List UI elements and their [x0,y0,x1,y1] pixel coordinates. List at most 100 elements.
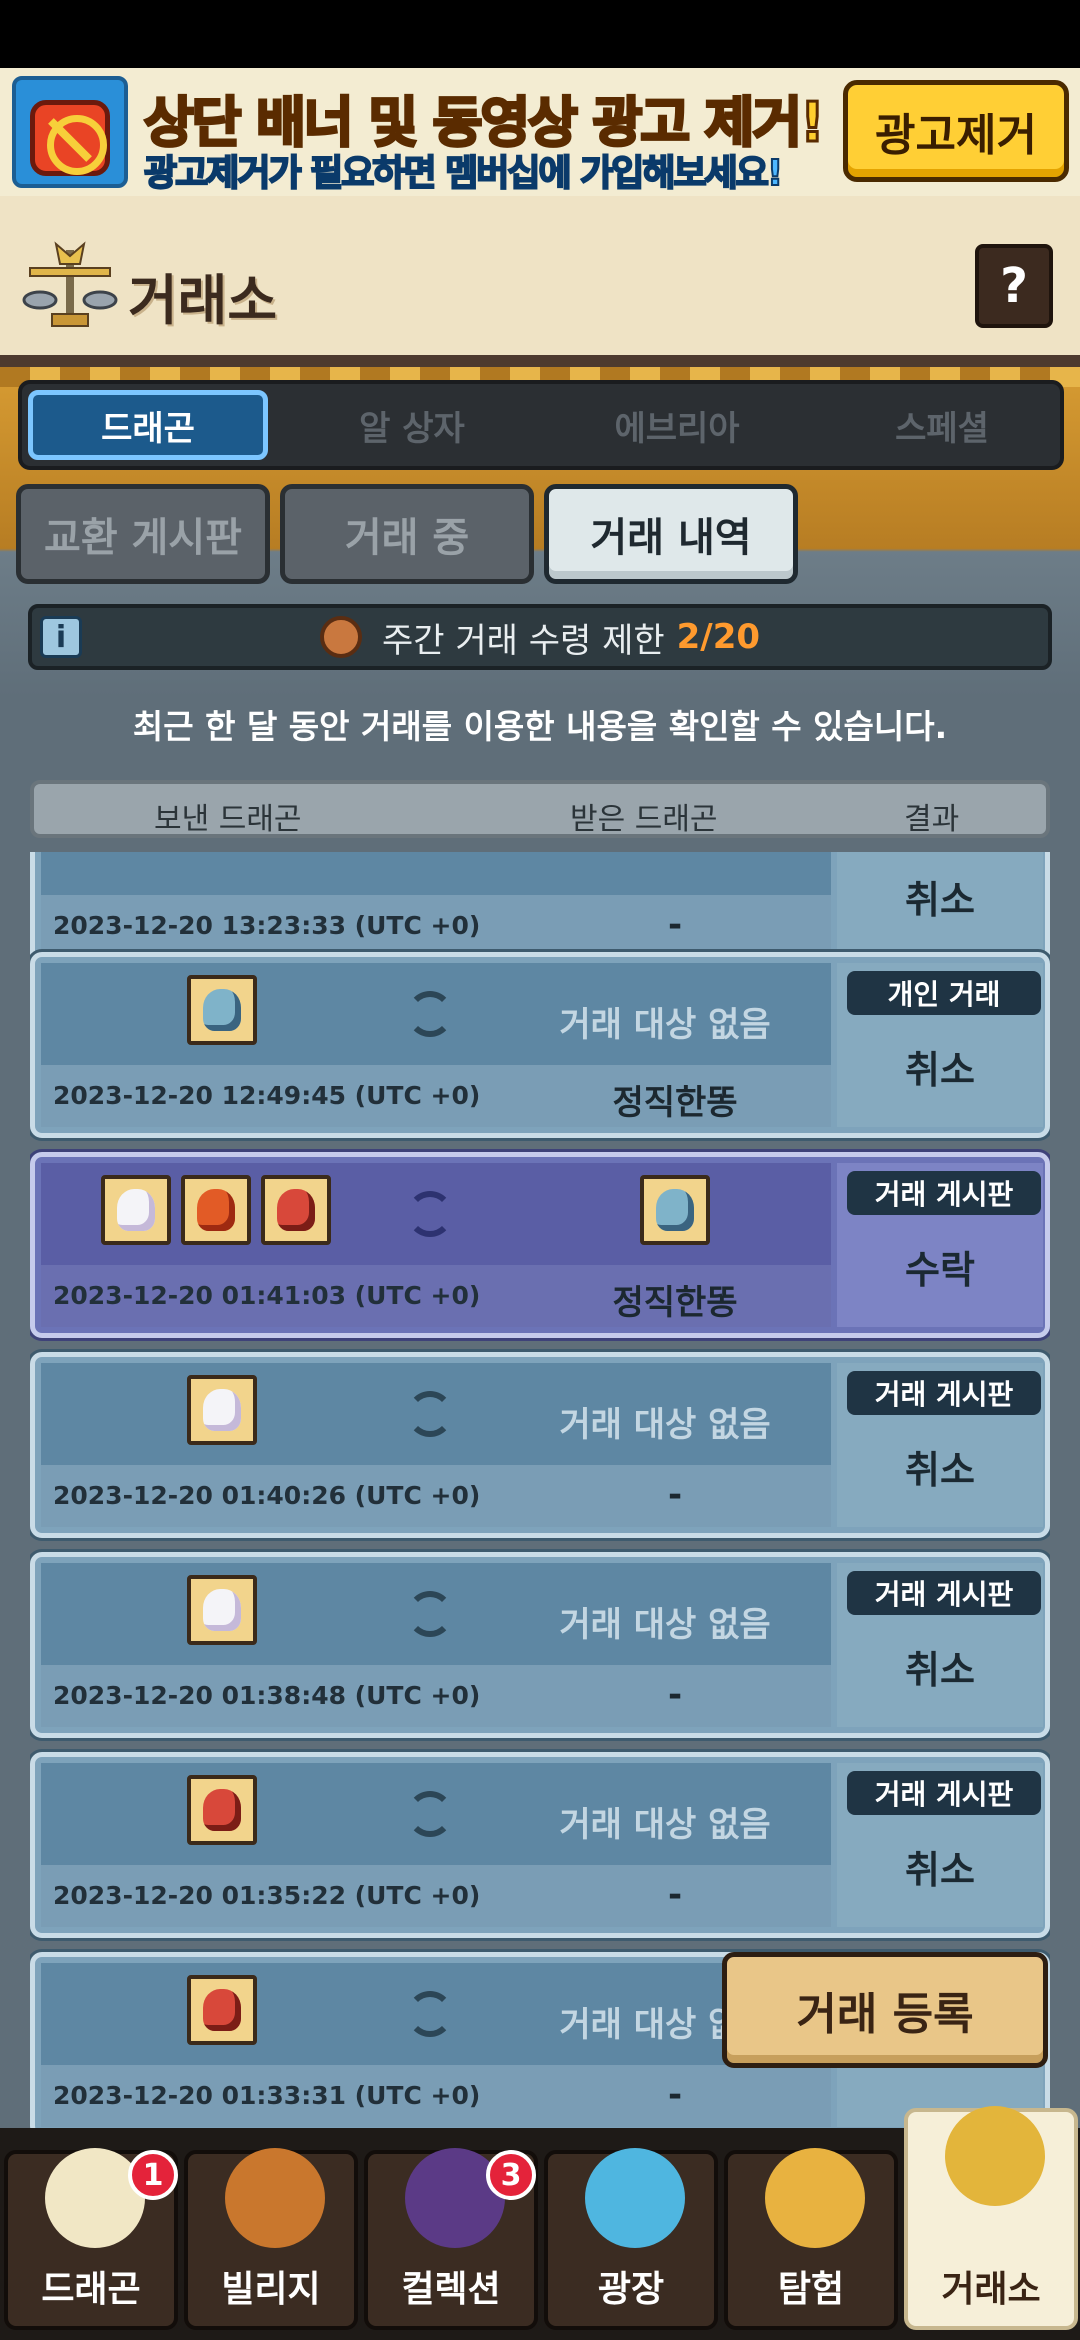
trade-result: 취소 [905,1648,975,1692]
sent-dragon-icon[interactable] [261,1175,331,1245]
col-received: 받은 드래곤 [570,802,718,837]
page-header: 거래소 ? [0,196,1080,366]
swap-icon [407,991,453,1037]
status-bar [0,0,1080,68]
nav-compass[interactable]: 탐험 [724,2148,898,2330]
header-divider [0,355,1080,367]
tab-egg-box[interactable]: 알 상자 [292,390,532,460]
ad-banner[interactable]: 상단 배너 및 동영상 광고 제거! 광고제거가 필요하면 멤버십에 가입해보세… [0,68,1080,196]
tab-dragon[interactable]: 드래곤 [28,390,268,460]
record-receiver: - [667,1675,683,1715]
nav-label: 드래곤 [41,2269,141,2310]
trade-result: 취소 [905,1048,975,1092]
record-timestamp: 2023-12-20 01:41:03 (UTC +0) [53,1281,481,1310]
trade-record[interactable]: 2023-12-20 13:23:33 (UTC +0) - 취소 [30,852,1050,968]
house-icon [225,2148,325,2248]
swap-icon [407,1591,453,1637]
trade-type-badge: 개인 거래 [847,971,1041,1015]
weekly-limit-label: 주간 거래 수령 제한 [381,620,665,661]
record-receiver: 정직한똥 [612,1283,738,1323]
nav-fountain[interactable]: 광장 [544,2148,718,2330]
notification-badge: 3 [486,2150,536,2200]
tab-special[interactable]: 스페셜 [822,390,1062,460]
trade-type-badge: 거래 게시판 [847,1171,1041,1215]
nav-book[interactable]: 3 컬렉션 [364,2148,538,2330]
col-result: 결과 [904,802,960,837]
trade-type-badge: 거래 게시판 [847,1771,1041,1815]
trade-record[interactable]: 2023-12-20 01:41:03 (UTC +0) 정직한똥 거래 게시판수락 [30,1152,1050,1338]
swap-icon [407,1791,453,1837]
record-timestamp: 2023-12-20 01:35:22 (UTC +0) [53,1881,481,1910]
nav-scale[interactable]: 거래소 [904,2106,1078,2330]
remove-ads-button[interactable]: 광고제거 [843,80,1069,182]
history-notice: 최근 한 달 동안 거래를 이용한 내용을 확인할 수 있습니다. [132,707,948,746]
scale-crest-icon [22,241,118,327]
sub-tabs: 교환 게시판 거래 중 거래 내역 [16,484,1066,584]
record-timestamp: 2023-12-20 01:33:31 (UTC +0) [53,2081,481,2110]
scale-icon [945,2106,1045,2206]
category-tabs: 드래곤 알 상자 에브리아 스페셜 [18,380,1064,470]
record-timestamp: 2023-12-20 01:40:26 (UTC +0) [53,1481,481,1510]
trade-record[interactable]: 거래 대상 없음 2023-12-20 01:40:26 (UTC +0) - 거래 … [30,1352,1050,1538]
register-trade-button[interactable]: 거래 등록 [722,1952,1048,2068]
no-counterpart-label: 거래 대상 없음 [559,1005,771,1045]
info-icon[interactable]: i [40,616,82,658]
weekly-limit-bar: i 주간 거래 수령 제한 2/20 [28,604,1052,670]
medal-icon [319,616,362,658]
trade-result: 수락 [905,1248,975,1292]
sent-dragon-icon[interactable] [187,1775,257,1845]
record-receiver: - [667,1475,683,1515]
record-receiver: - [667,2075,683,2115]
page-title: 거래소 [128,269,278,332]
nav-label: 거래소 [941,2269,1041,2310]
trade-record[interactable]: 거래 대상 없음 2023-12-20 01:35:22 (UTC +0) - 거래 … [30,1752,1050,1938]
sent-dragon-icon[interactable] [101,1175,171,1245]
nav-dragon[interactable]: 1 드래곤 [4,2148,178,2330]
record-receiver: 정직한똥 [612,1083,738,1123]
trade-type-badge: 거래 게시판 [847,1371,1041,1415]
swap-icon [407,1391,453,1437]
sent-dragon-icon[interactable] [181,1175,251,1245]
received-dragon-icon[interactable] [640,1175,710,1245]
weekly-limit-quota: 2/20 [676,617,761,657]
ad-subtitle: 광고제거가 필요하면 멤버십에 가입해보세요! [143,152,784,195]
nav-label: 빌리지 [221,2269,321,2310]
col-sent: 보낸 드래곤 [154,802,302,837]
no-ads-tv-icon [12,76,128,188]
trade-type-badge: 거래 게시판 [847,1571,1041,1615]
tab-trading[interactable]: 거래 중 [280,484,534,584]
tab-evria[interactable]: 에브리아 [557,390,797,460]
record-timestamp: 2023-12-20 01:38:48 (UTC +0) [53,1681,481,1710]
nav-label: 컬렉션 [401,2269,501,2310]
record-timestamp: 2023-12-20 13:23:33 (UTC +0) [53,911,481,940]
nav-house[interactable]: 빌리지 [184,2148,358,2330]
tab-trade-history[interactable]: 거래 내역 [544,484,798,584]
swap-icon [407,1191,453,1237]
help-button[interactable]: ? [975,244,1053,328]
record-receiver: - [667,1875,683,1915]
tab-exchange-board[interactable]: 교환 게시판 [16,484,270,584]
record-dragons-strip [41,852,831,895]
trade-history-list[interactable]: 2023-12-20 13:23:33 (UTC +0) - 취소 거래 대상 없음 2… [30,852,1050,2130]
trade-record[interactable]: 거래 대상 없음 2023-12-20 01:38:48 (UTC +0) - 거래 … [30,1552,1050,1738]
no-counterpart-label: 거래 대상 없음 [559,1805,771,1845]
trade-result: 취소 [905,1448,975,1492]
table-header: 보낸 드래곤 받은 드래곤 결과 [30,780,1050,838]
notification-badge: 1 [128,2150,178,2200]
trade-record[interactable]: 거래 대상 없음 2023-12-20 12:49:45 (UTC +0) 정직한똥… [30,952,1050,1138]
trade-result: 취소 [905,878,975,922]
record-timestamp: 2023-12-20 12:49:45 (UTC +0) [53,1081,481,1110]
sent-dragon-icon[interactable] [187,1975,257,2045]
sent-dragon-icon[interactable] [187,1375,257,1445]
bottom-nav: 1 드래곤 빌리지 3 컬렉션 광장 탐험 거래소 [0,2106,1080,2340]
sent-dragon-icon[interactable] [187,975,257,1045]
nav-label: 광장 [597,2269,665,2310]
nav-label: 탐험 [777,2269,845,2310]
no-counterpart-label: 거래 대상 없음 [559,1605,771,1645]
trade-result: 취소 [905,1848,975,1892]
no-counterpart-label: 거래 대상 없음 [559,1405,771,1445]
swap-icon [407,1991,453,2037]
sent-dragon-icon[interactable] [187,1575,257,1645]
compass-icon [765,2148,865,2248]
fountain-icon [585,2148,685,2248]
